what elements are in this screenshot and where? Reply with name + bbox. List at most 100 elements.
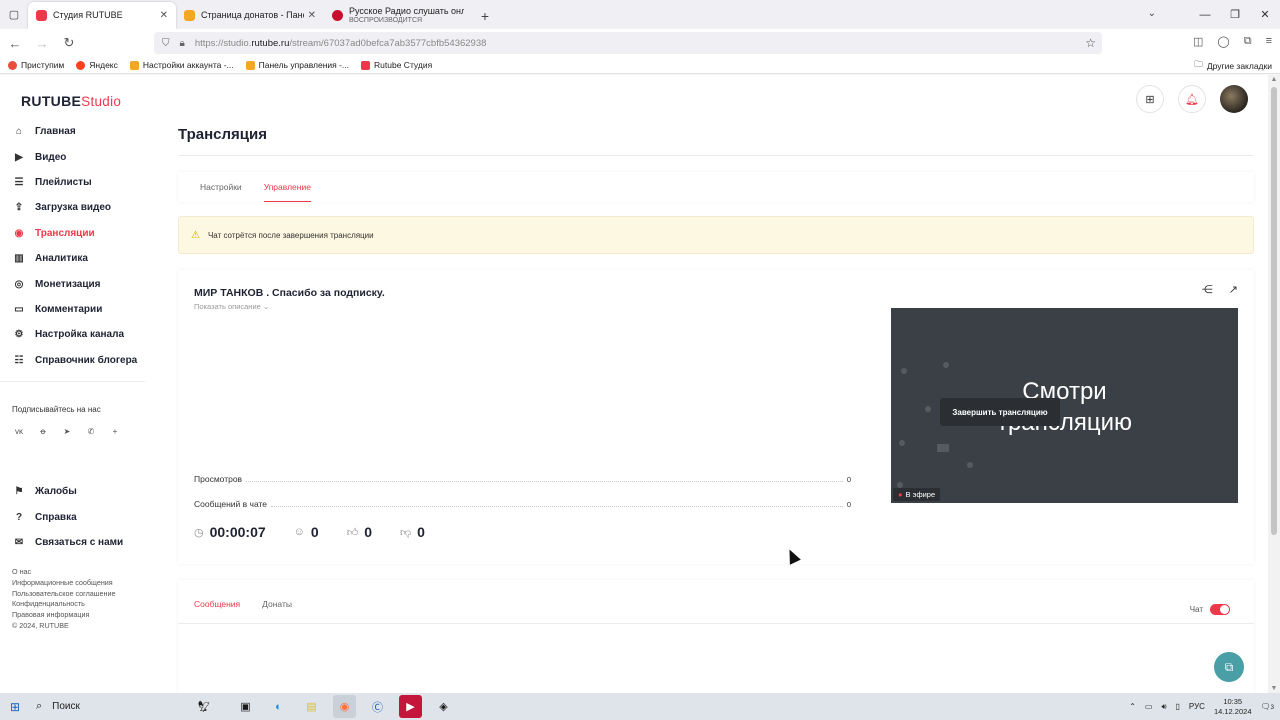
sidebar-secondary-item[interactable]: ⚑ Жалобы [0,479,145,504]
close-tab-icon[interactable]: ✕ [160,10,168,21]
battery-icon[interactable]: ▯ [1176,702,1180,711]
windows-start-icon[interactable]: ⊞ [0,693,30,720]
tab-title: Русское Радио слушать онлай ВОСПРОИЗВОДИ… [349,7,464,25]
share-icon[interactable]: ⋲ [1202,283,1213,296]
external-link-icon[interactable]: ↗ [1229,283,1238,296]
stream-card: МИР ТАНКОВ . Спасибо за подписку. Показа… [178,270,1254,564]
clock[interactable]: 10:35 14.12.2024 [1214,697,1252,717]
logo-main: RUTUBE [21,93,82,109]
footer-link[interactable]: Конфиденциальность [12,599,116,610]
tab-settings[interactable]: Настройки [200,172,242,202]
chat-popout-button[interactable]: ⧉ [1214,652,1244,682]
lock-icon[interactable]: 🔒︎ [180,38,185,49]
bookmark-star-icon[interactable]: ☆ [1085,36,1096,50]
close-tab-icon[interactable]: ✕ [308,10,316,21]
tab-list-icon[interactable]: ▢ [0,0,28,29]
taskbar-search[interactable]: ⌕ Поиск [36,700,156,713]
volume-icon[interactable]: 🔊︎ [1161,702,1166,712]
footer-link[interactable]: Правовая информация [12,610,116,621]
back-icon[interactable]: ← [3,36,27,51]
tab-management[interactable]: Управление [263,172,311,202]
browser-tab-donations[interactable]: Страница донатов - Панель у ✕ [176,2,324,29]
account-icon[interactable]: ◯ [1217,35,1229,48]
toggle-switch[interactable] [1210,604,1230,615]
tray-expand-icon[interactable]: ⌃ [1129,702,1136,711]
firefox-icon[interactable]: ◉ [333,695,356,718]
ok-icon[interactable]: ꝋ [36,424,50,438]
browser-tab-studio[interactable]: Студия RUTUBE ✕ [28,2,176,29]
bookmark-favicon-icon [245,60,255,70]
rutube-studio-logo[interactable]: RUTUBEStudio [21,93,121,109]
scroll-down-icon[interactable]: ▼ [1268,685,1280,692]
tab-title: Страница донатов - Панель у [201,11,304,20]
tab-messages[interactable]: Сообщения [194,580,241,624]
page-scrollbar[interactable]: ▲ ▼ [1268,75,1280,693]
sidebar-item[interactable]: ◉ Трансляции [0,221,145,246]
footer-link[interactable]: Пользовательское соглашение [12,589,116,600]
eagle-widget-icon[interactable]: 🦅︎ [184,695,224,718]
sidebar-item[interactable]: ☷ Справочник блогера [0,348,145,373]
language-indicator[interactable]: РУС [1189,702,1205,711]
maximize-icon[interactable]: ❐ [1220,0,1250,29]
reload-icon[interactable]: ↻ [57,35,81,51]
file-explorer-icon[interactable]: ▤ [300,695,323,718]
sidebar-item[interactable]: ⌂ Главная [0,119,145,144]
playlist-icon: ☰ [14,176,24,188]
edge-icon[interactable]: ◐ [267,695,290,718]
browser-toolbar-right: ◫ ◯ ⧉ ≡ [1193,35,1272,48]
bell-icon[interactable]: 🔔︎ [1178,85,1206,113]
footer-link[interactable]: Информационные сообщения [12,578,116,589]
pocket-icon[interactable]: ◫ [1193,35,1203,48]
other-bookmarks[interactable]: 🗀︎ Другие закладки [1194,59,1272,73]
bookmark-item[interactable]: Настройки аккаунта -... [129,60,234,70]
shield-icon[interactable]: ⛉ [162,38,170,49]
extensions-icon[interactable]: ⧉ [1244,35,1252,48]
sidebar-item[interactable]: ▥ Аналитика [0,246,145,271]
minimize-icon[interactable]: — [1190,0,1220,29]
add-content-icon[interactable]: ⊞ [1136,85,1164,113]
plus-icon[interactable]: + [108,424,122,438]
browser-tab-radio[interactable]: Русское Радио слушать онлай ВОСПРОИЗВОДИ… [324,2,472,29]
bookmark-item[interactable]: Панель управления -... [245,60,349,70]
tab-donations[interactable]: Донаты [262,580,292,624]
scrollbar-thumb[interactable] [1271,87,1277,535]
scroll-up-icon[interactable]: ▲ [1268,76,1280,83]
telegram-icon[interactable]: ➤ [60,424,74,438]
sidebar-secondary-item[interactable]: ✉ Связаться с нами [0,530,145,555]
task-view-icon[interactable]: ▣ [234,695,257,718]
bookmark-item[interactable]: Яндекс [76,60,118,70]
sidebar-secondary-item[interactable]: ? Справка [0,504,145,529]
forward-icon[interactable]: → [30,36,54,51]
notifications-icon[interactable]: 🗨︎3 [1261,702,1275,711]
home-icon: ⌂ [15,126,23,138]
stream-title: МИР ТАНКОВ . Спасибо за подписку. [194,287,385,299]
bookmark-item[interactable]: Rutube Студия [361,60,432,70]
vk-icon[interactable]: ᴠᴋ [12,424,26,438]
sidebar-item-label: Комментарии [35,303,103,315]
sidebar-item[interactable]: ◎ Монетизация [0,271,145,296]
sidebar-item[interactable]: ▭ Комментарии [0,297,145,322]
obs-icon[interactable]: ◈ [432,695,455,718]
sidebar-item[interactable]: ⚙ Настройка канала [0,322,145,347]
rutube-app-icon[interactable]: ▶ [399,695,422,718]
ccleaner-icon[interactable]: Ⓒ [366,695,389,718]
sidebar-item[interactable]: ⇪ Загрузка видео [0,195,145,220]
sidebar-item[interactable]: ▶ Видео [0,144,145,169]
viewers-value: 0 [310,524,319,540]
footer-link[interactable]: О нас [12,567,116,578]
end-stream-button[interactable]: Завершить трансляцию [940,398,1060,426]
bookmark-item[interactable]: Приступим [8,60,64,70]
network-icon[interactable]: ▭ [1145,702,1153,711]
viber-icon[interactable]: ✆ [84,424,98,438]
window-controls: — ❐ ✕ [1190,0,1280,29]
show-description-link[interactable]: Показать описание ⌄ [194,302,269,311]
chat-toggle[interactable]: Чат [1190,604,1230,615]
sidebar-item[interactable]: ☰ Плейлисты [0,170,145,195]
close-window-icon[interactable]: ✕ [1250,0,1280,29]
address-bar[interactable]: ⛉ 🔒︎ https://studio. rutube.ru/stream/670… [154,32,1102,54]
chevron-down-icon[interactable]: ⌄ [1148,8,1156,19]
new-tab-button[interactable]: + [472,2,498,29]
avatar[interactable] [1220,85,1248,113]
chat-card: Сообщения Донаты Чат [178,580,1254,693]
menu-icon[interactable]: ≡ [1266,35,1272,48]
